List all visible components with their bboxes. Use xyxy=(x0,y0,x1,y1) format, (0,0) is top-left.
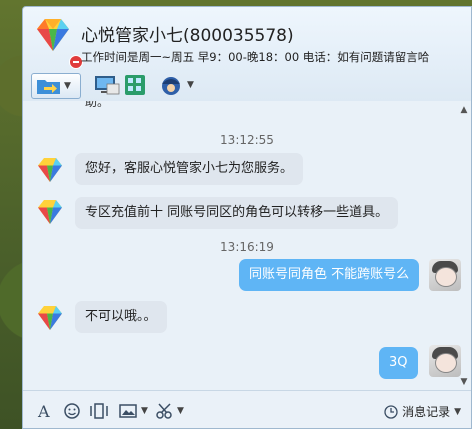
diamond-logo-icon[interactable] xyxy=(35,303,65,333)
diamond-logo-icon[interactable] xyxy=(35,155,65,185)
chevron-down-icon[interactable]: ▼ xyxy=(177,406,184,416)
app-button[interactable] xyxy=(123,73,147,97)
user-avatar[interactable] xyxy=(429,259,461,291)
service-hat-icon xyxy=(162,77,180,95)
service-button[interactable]: ▼ xyxy=(159,73,194,97)
remote-desktop-icon xyxy=(95,76,120,95)
emoji-button[interactable] xyxy=(63,401,81,421)
scroll-down-icon[interactable]: ▼ xyxy=(459,377,469,387)
message-area: 助。 13:12:55 您好，客服心悦管家小七为您服务。 专区充值前十 同账号同… xyxy=(23,101,471,391)
timestamp: 13:16:19 xyxy=(220,240,274,254)
contact-subtitle: 工作时间是周一~周五 早9：00-晚18：00 电话：如有问题请留言哈 xyxy=(81,50,430,64)
chat-window: 心悦管家小七(800035578) 工作时间是周一~周五 早9：00-晚18：0… xyxy=(22,6,472,429)
shake-button[interactable] xyxy=(89,401,109,421)
chevron-down-icon[interactable]: ▼ xyxy=(141,406,148,416)
timestamp: 13:12:55 xyxy=(220,133,274,147)
chat-header: 心悦管家小七(800035578) 工作时间是周一~周五 早9：00-晚18：0… xyxy=(23,7,471,101)
input-toolbar: A ▼ ▼ 消息记录 ▼ xyxy=(23,390,471,428)
svg-text:A: A xyxy=(37,402,50,420)
contact-avatar[interactable] xyxy=(33,15,83,69)
diamond-logo-icon xyxy=(37,19,69,51)
folder-transfer-icon xyxy=(37,80,60,94)
file-transfer-button[interactable]: ▼ xyxy=(31,73,81,99)
app-icon xyxy=(125,75,145,95)
message-bubble: 您好，客服心悦管家小七为您服务。 xyxy=(75,153,304,185)
shake-icon xyxy=(90,403,108,419)
font-button[interactable]: A xyxy=(37,401,53,421)
scroll-up-icon[interactable]: ▲ xyxy=(459,105,469,115)
screenshot-icon xyxy=(156,403,172,419)
clock-icon xyxy=(384,404,398,419)
message-bubble: 不可以哦。。 xyxy=(75,301,167,333)
history-label: 消息记录 xyxy=(402,405,451,419)
user-avatar[interactable] xyxy=(429,345,461,377)
message-bubble: 同账号同角色 不能跨账号么 xyxy=(239,259,420,291)
clipped-message: 助。 xyxy=(85,101,110,109)
message-bubble: 专区充值前十 同账号同区的角色可以转移一些道具。 xyxy=(75,197,399,229)
message-bubble: 3Q xyxy=(379,347,418,379)
image-button[interactable]: ▼ xyxy=(119,401,148,421)
chevron-down-icon[interactable]: ▼ xyxy=(187,80,194,90)
emoji-icon xyxy=(64,403,80,419)
chevron-down-icon[interactable]: ▼ xyxy=(64,81,71,91)
diamond-logo-icon[interactable] xyxy=(35,197,65,227)
screenshot-button[interactable]: ▼ xyxy=(155,401,184,421)
scrollbar[interactable]: ▲ ▼ xyxy=(459,105,469,387)
chevron-down-icon[interactable]: ▼ xyxy=(454,407,461,417)
contact-title: 心悦管家小七(800035578) xyxy=(81,26,294,46)
font-icon: A xyxy=(37,402,50,420)
chat-toolbar: ▼ ▼ xyxy=(23,71,471,99)
image-icon xyxy=(119,404,137,418)
remote-desktop-button[interactable] xyxy=(93,73,121,97)
message-history-button[interactable]: 消息记录 ▼ xyxy=(384,403,461,420)
